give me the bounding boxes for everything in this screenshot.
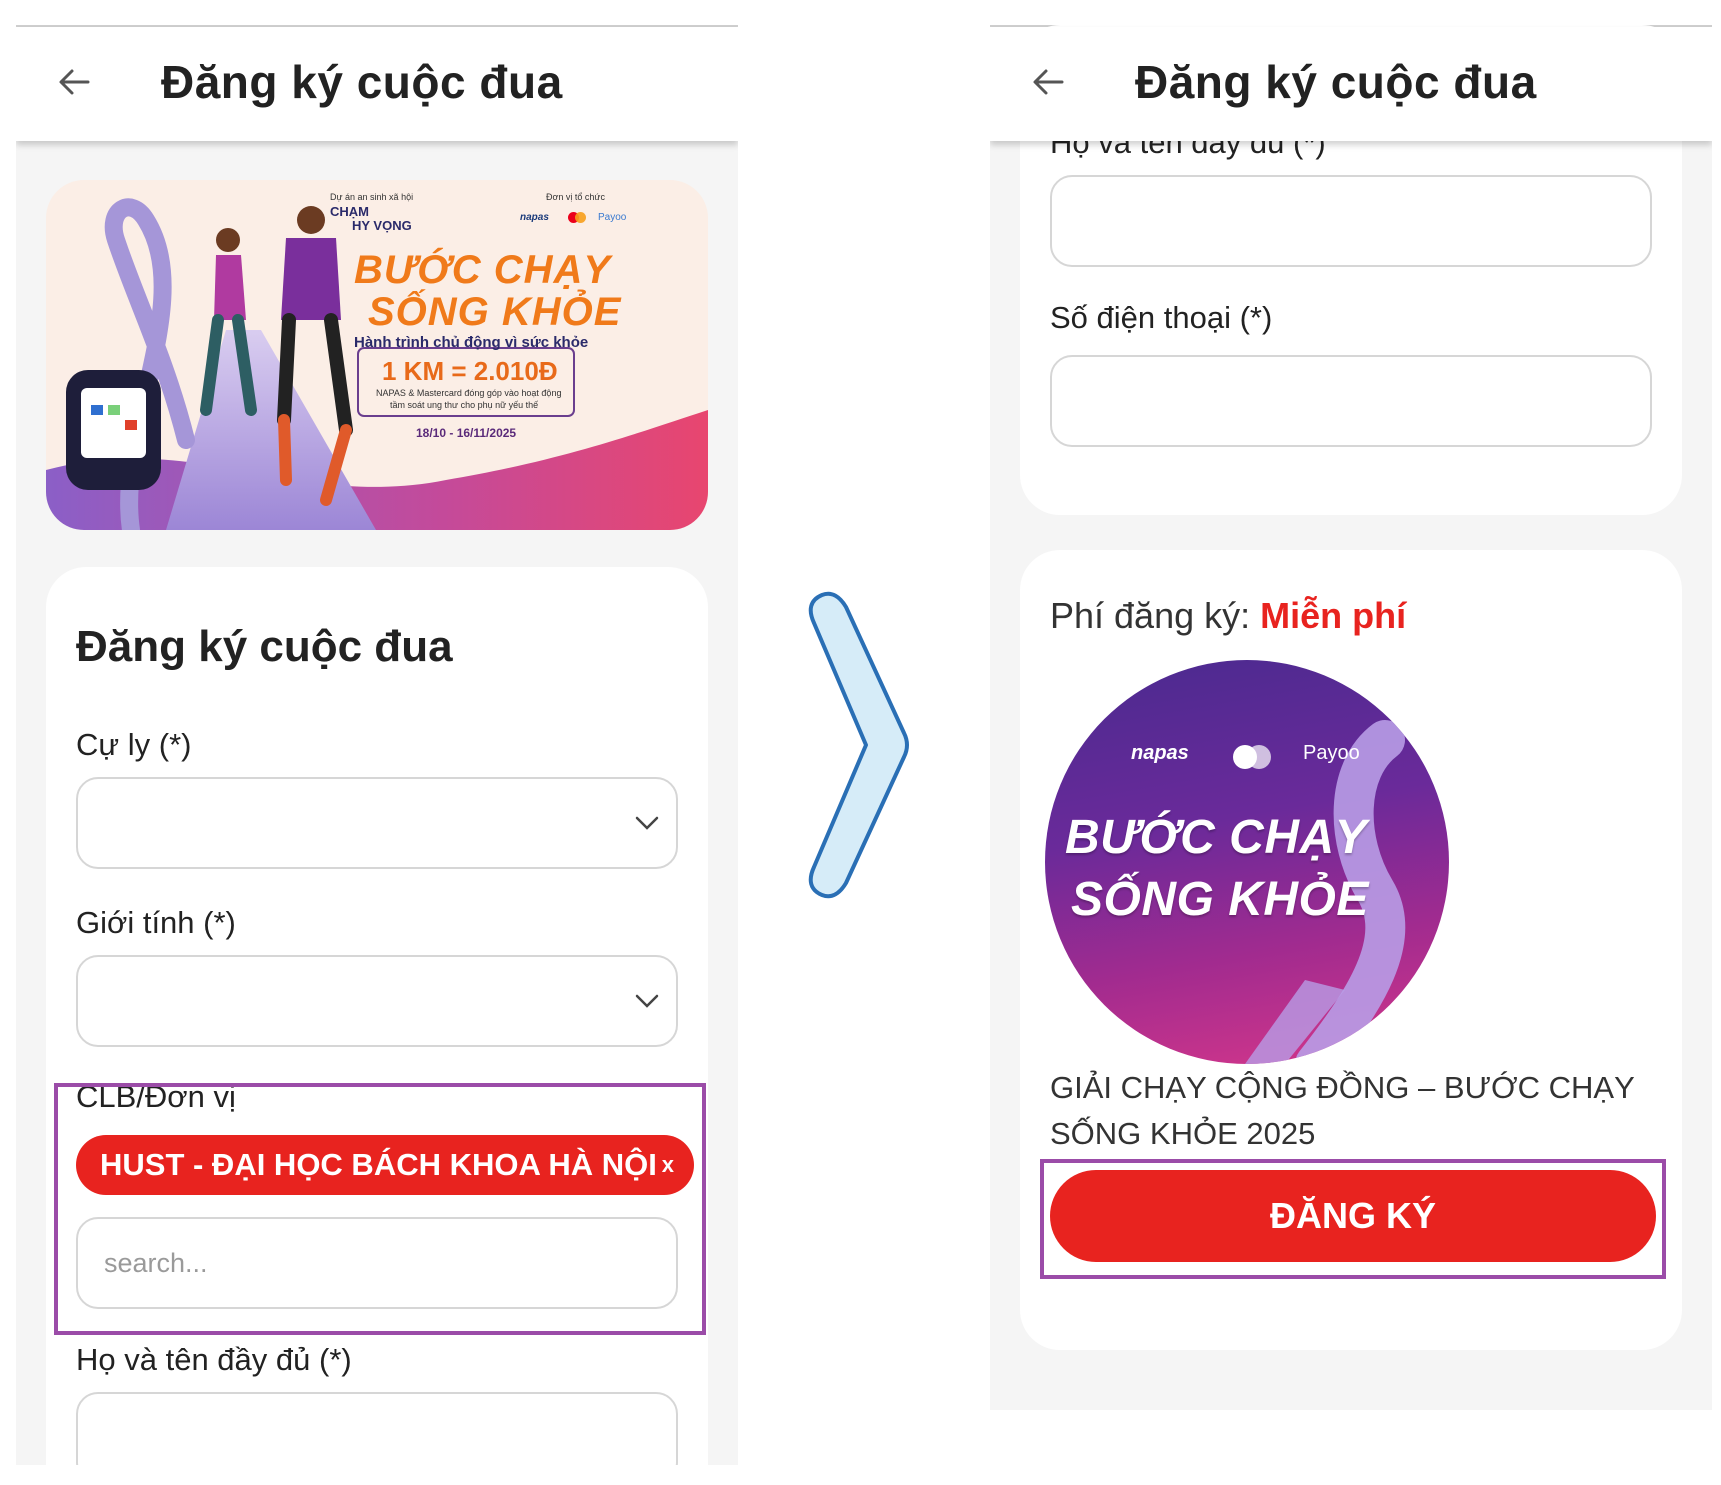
logo-headline-1: BƯỚC CHẠY <box>1065 811 1368 864</box>
napas-logo: napas <box>1131 742 1189 764</box>
napas-logo: napas <box>520 212 549 223</box>
left-screen: Đăng ký cuộc đua Dự án an sinh xã hội CH… <box>16 25 738 1465</box>
form-title: Đăng ký cuộc đua <box>76 622 453 671</box>
event-name: GIẢI CHẠY CỘNG ĐỒNG – BƯỚC CHẠY SỐNG KHỎ… <box>1050 1070 1635 1151</box>
event-banner: Dự án an sinh xã hội CHẠM HY VỌNG Đơn vị… <box>46 180 708 530</box>
banner-tagline: Hành trình chủ động vì sức khỏe <box>354 334 589 351</box>
banner-rate: 1 KM = 2.010Đ <box>382 356 558 386</box>
organizer-label: Đơn vị tổ chức <box>546 192 605 202</box>
project-label: Dự án an sinh xã hội <box>330 192 414 202</box>
fullname-label: Họ và tên đầy đủ (*) <box>76 1342 352 1377</box>
payoo-logo: Payoo <box>598 212 627 223</box>
highlight-club-section <box>54 1083 706 1335</box>
fee-label: Phí đăng ký: <box>1050 595 1261 636</box>
app-bar: Đăng ký cuộc đua <box>16 27 738 141</box>
banner-note-2: tầm soát ung thư cho phụ nữ yếu thế <box>390 400 539 410</box>
banner-note-1: NAPAS & Mastercard đóng góp vào hoạt độn… <box>376 388 562 398</box>
phone-input[interactable] <box>1050 355 1652 447</box>
distance-label: Cự ly (*) <box>76 727 192 762</box>
logo-headline-2: SỐNG KHỎE <box>1071 873 1369 926</box>
fee-value: Miễn phí <box>1260 595 1407 636</box>
highlight-register-button <box>1040 1159 1666 1279</box>
chevron-right-icon <box>808 591 909 899</box>
project-name-2: HY VỌNG <box>352 218 412 233</box>
banner-headline-2: SỐNG KHỎE <box>368 290 622 334</box>
distance-select[interactable] <box>76 777 678 869</box>
banner-dates: 18/10 - 16/11/2025 <box>416 426 517 440</box>
right-screen: Đăng ký cuộc đua Họ và tên đầy đủ (*) Số… <box>990 25 1712 1410</box>
project-name-1: CHẠM <box>330 204 369 219</box>
chevron-down-icon <box>635 994 659 1008</box>
chevron-down-icon <box>635 816 659 830</box>
fullname-input[interactable] <box>76 1392 678 1465</box>
fee-row: Phí đăng ký: Miễn phí <box>1050 595 1406 637</box>
payoo-logo: Payoo <box>1303 742 1360 764</box>
fullname-input[interactable] <box>1050 175 1652 267</box>
event-logo-image: napas Payoo BƯỚC CHẠY SỐNG KHỎE <box>1045 660 1449 1064</box>
page-title: Đăng ký cuộc đua <box>161 56 563 108</box>
back-arrow-icon[interactable] <box>1030 64 1066 100</box>
page-title: Đăng ký cuộc đua <box>1135 56 1537 108</box>
phone-label: Số điện thoại (*) <box>1050 300 1273 335</box>
app-bar: Đăng ký cuộc đua <box>990 27 1712 141</box>
gender-label: Giới tính (*) <box>76 905 236 940</box>
back-arrow-icon[interactable] <box>56 64 92 100</box>
mastercard-logo <box>568 212 586 223</box>
gender-select[interactable] <box>76 955 678 1047</box>
mastercard-logo <box>1233 745 1271 769</box>
banner-headline-1: BƯỚC CHẠY <box>354 248 612 292</box>
